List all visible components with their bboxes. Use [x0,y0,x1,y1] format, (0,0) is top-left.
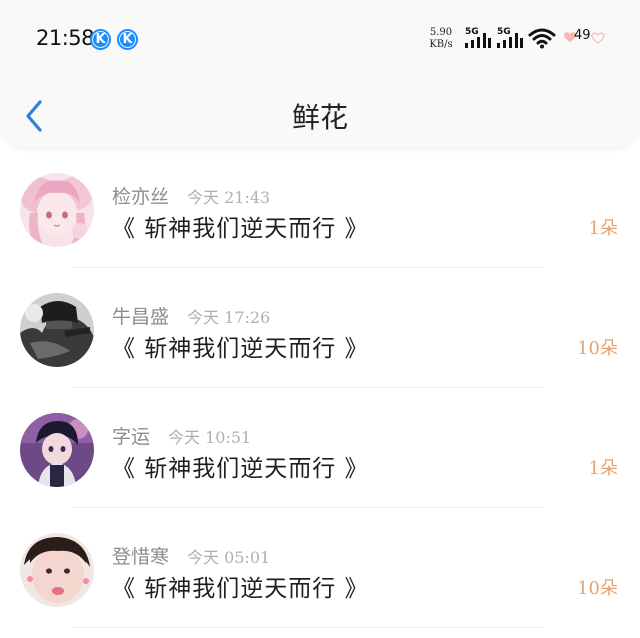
status-time: 21:58 [36,26,95,50]
divider [72,627,544,628]
list-item[interactable]: 牛昌盛 今天 17:26 《 斩神我们逆天而行 》 10朵 [0,268,640,388]
list-item[interactable]: 字运 今天 10:51 《 斩神我们逆天而行 》 1朵 [0,388,640,508]
avatar[interactable] [20,173,94,247]
list-item[interactable]: 登惜寒 今天 05:01 《 斩神我们逆天而行 》 10朵 [0,508,640,628]
flower-list: 检亦丝 今天 21:43 《 斩神我们逆天而行 》 1朵 牛昌盛 今天 17:26 … [0,148,640,628]
flower-count: 10朵 [577,338,618,359]
name-line: 登惜寒 今天 05:01 [112,542,270,569]
donor-name: 检亦丝 [112,186,170,208]
network-speed-unit: KB/s [429,39,453,50]
list-item[interactable]: 检亦丝 今天 21:43 《 斩神我们逆天而行 》 1朵 [0,148,640,268]
donate-time: 今天 05:01 [187,548,271,567]
signal-icon: 5G [497,27,525,49]
status-bar: 21:58 K K 5.90 KB/s 5G 5G 49 [0,0,640,78]
donor-name: 登惜寒 [112,546,170,568]
name-line: 牛昌盛 今天 17:26 [112,302,270,329]
donate-time: 今天 21:43 [187,188,271,207]
avatar[interactable] [20,293,94,367]
book-title: 《 斩神我们逆天而行 》 [112,576,369,602]
flower-count: 10朵 [577,578,618,599]
page-title: 鲜花 [291,101,348,134]
app-notification-icon: K [117,29,138,50]
donate-time: 今天 10:51 [168,428,252,447]
avatar[interactable] [20,413,94,487]
flower-count: 1朵 [588,458,618,479]
network-speed-value: 5.90 [429,27,453,38]
book-title: 《 斩神我们逆天而行 》 [112,456,369,482]
battery-icon: 49 [560,27,608,49]
app-notification-icon: K [90,29,111,50]
book-title: 《 斩神我们逆天而行 》 [112,336,369,362]
signal-icon: 5G [465,27,493,49]
name-line: 字运 今天 10:51 [112,422,251,449]
battery-level: 49 [574,28,591,43]
donate-time: 今天 17:26 [187,308,271,327]
flower-count: 1朵 [588,218,618,239]
name-line: 检亦丝 今天 21:43 [112,182,270,209]
top-bar: 21:58 K K 5.90 KB/s 5G 5G 49 鲜花 [0,0,640,148]
donor-name: 牛昌盛 [112,306,170,328]
book-title: 《 斩神我们逆天而行 》 [112,216,369,242]
wifi-icon [528,28,556,49]
avatar[interactable] [20,533,94,607]
network-speed: 5.90 KB/s [427,27,455,51]
donor-name: 字运 [112,426,151,448]
